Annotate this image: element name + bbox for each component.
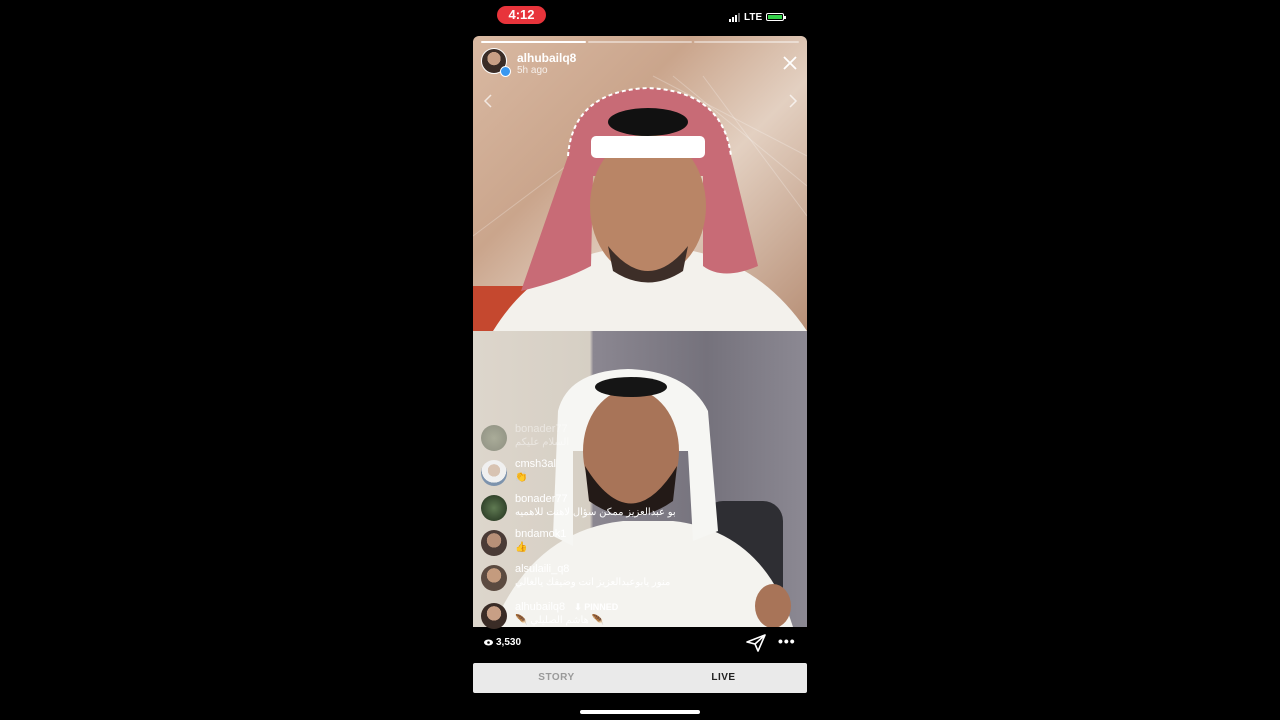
progress-segment xyxy=(481,41,586,43)
send-icon[interactable] xyxy=(745,633,767,653)
comment-item: bonader77 السلام عليكم xyxy=(481,423,801,455)
commenter-avatar[interactable] xyxy=(481,425,507,451)
story-progress xyxy=(481,41,800,43)
comment-text: السلام عليكم xyxy=(515,437,570,448)
chevron-right-icon[interactable] xyxy=(787,92,799,110)
host-video-scene xyxy=(473,75,807,331)
comment-text: بو عبدالعزيز ممكن سؤال لاهنت للاهميه xyxy=(515,507,676,518)
comment-username[interactable]: bonader77 xyxy=(515,423,568,435)
tab-bar: STORY LIVE xyxy=(473,663,807,693)
close-icon[interactable] xyxy=(781,54,799,72)
commenter-avatar[interactable] xyxy=(481,565,507,591)
comment-item: bndamok1 👍 xyxy=(481,528,801,560)
comment-item-pinned: alhubailq8 ⬇ PINNED 🪶 هاشم الصليلي 🪶 xyxy=(481,601,801,633)
battery-icon xyxy=(766,13,787,21)
commenter-avatar[interactable] xyxy=(481,603,507,629)
home-indicator[interactable] xyxy=(580,710,700,714)
comment-item: cmsh3al 👏 xyxy=(481,458,801,490)
comment-text: 🪶 هاشم الصليلي 🪶 xyxy=(515,615,605,626)
network-label: LTE xyxy=(744,11,763,23)
commenter-avatar[interactable] xyxy=(481,460,507,486)
comment-item: alsulaili_q8 منور يابوعبدالعزيز انت وضيف… xyxy=(481,563,801,595)
status-time: 4:12 xyxy=(497,6,546,24)
comment-username[interactable]: bndamok1 xyxy=(515,528,566,540)
signal-icon xyxy=(729,12,740,22)
comment-username[interactable]: alsulaili_q8 xyxy=(515,563,569,575)
pinned-badge: ⬇ PINNED xyxy=(574,602,618,612)
pin-icon: ⬇ xyxy=(574,602,582,612)
comment-text: 👏 xyxy=(515,472,528,483)
chevron-left-icon[interactable] xyxy=(482,92,494,110)
commenter-avatar[interactable] xyxy=(481,495,507,521)
comment-text: 👍 xyxy=(515,542,528,553)
comment-text: منور يابوعبدالعزيز انت وضيفك يالغالي xyxy=(515,577,671,588)
more-icon[interactable]: ••• xyxy=(778,634,796,650)
progress-segment xyxy=(587,41,693,43)
commenter-avatar[interactable] xyxy=(481,530,507,556)
progress-segment xyxy=(694,41,800,43)
viewer-count: 3,530 xyxy=(484,637,521,648)
tab-live[interactable]: LIVE xyxy=(640,663,807,693)
viewer-count-value: 3,530 xyxy=(496,637,522,648)
host-video xyxy=(473,36,807,331)
comment-username[interactable]: bonader77 xyxy=(515,493,568,505)
verified-badge-icon xyxy=(500,66,511,77)
comment-item: bonader77 بو عبدالعزيز ممكن سؤال لاهنت ل… xyxy=(481,493,801,525)
comment-username[interactable]: alhubailq8 ⬇ PINNED xyxy=(515,601,618,613)
comment-username-text[interactable]: alhubailq8 xyxy=(515,601,565,613)
status-indicators: LTE xyxy=(729,10,787,24)
comment-username[interactable]: cmsh3al xyxy=(515,458,556,470)
eye-icon xyxy=(484,639,493,646)
tab-story[interactable]: STORY xyxy=(473,663,640,693)
post-time: 5h ago xyxy=(517,65,548,76)
pinned-label: PINNED xyxy=(584,602,619,612)
host-username[interactable]: alhubailq8 xyxy=(517,51,576,65)
